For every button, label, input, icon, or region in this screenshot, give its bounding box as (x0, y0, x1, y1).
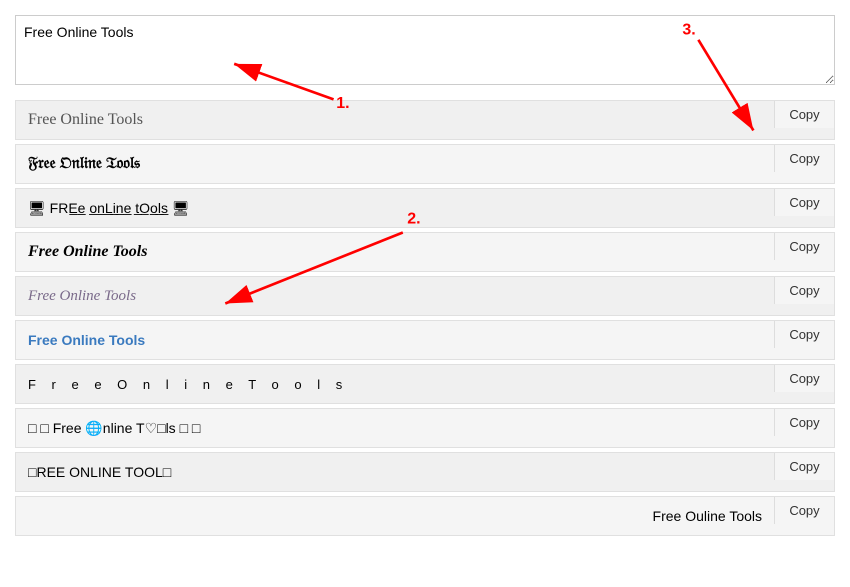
text-row: Free Online ToolsCopy (15, 276, 835, 316)
text-input[interactable]: Free Online Tools (15, 15, 835, 85)
copy-button-6[interactable]: Copy (774, 321, 834, 348)
copy-button-5[interactable]: Copy (774, 277, 834, 304)
text-row: 🖥 FRE̲e̲ o̲n̲L̲i̲n̲e̲ t̲O̲o̲l̲s̲ 🖥Copy (15, 188, 835, 228)
styled-text-9: □REE ONLINE TOOL□ (16, 456, 774, 488)
styled-text-4: Free Online Tools (16, 235, 774, 269)
text-row: slooT eniluO eerFCopy (15, 496, 835, 536)
text-row: □REE ONLINE TOOL□Copy (15, 452, 835, 492)
text-row: Free Online ToolsCopy (15, 320, 835, 360)
text-row: □ □ Free 🌐nline T♡□ls □ □Copy (15, 408, 835, 448)
copy-button-9[interactable]: Copy (774, 453, 834, 480)
copy-button-2[interactable]: Copy (774, 145, 834, 172)
copy-button-8[interactable]: Copy (774, 409, 834, 436)
styled-text-10: slooT eniluO eerF (16, 500, 774, 532)
copy-button-3[interactable]: Copy (774, 189, 834, 216)
copy-button-4[interactable]: Copy (774, 233, 834, 260)
styled-text-7: F r e e O n l i n e T o o l s (16, 369, 774, 400)
rows-container: Free Online ToolsCopy𝔉𝔯𝔢𝔢 𝔒𝔫𝔩𝔦𝔫𝔢 𝔗𝔬𝔬𝔩𝔰Co… (15, 100, 835, 536)
input-section: Free Online Tools (15, 15, 835, 90)
page-wrapper: 1. 2. 3. Free Online Tools Free Online T… (15, 15, 835, 536)
copy-button-7[interactable]: Copy (774, 365, 834, 392)
styled-text-8: □ □ Free 🌐nline T♡□ls □ □ (16, 412, 774, 445)
styled-text-1: Free Online Tools (16, 103, 774, 137)
styled-text-3: 🖥 FRE̲e̲ o̲n̲L̲i̲n̲e̲ t̲O̲o̲l̲s̲ 🖥 (16, 192, 774, 225)
styled-text-5: Free Online Tools (16, 280, 774, 313)
text-row: 𝔉𝔯𝔢𝔢 𝔒𝔫𝔩𝔦𝔫𝔢 𝔗𝔬𝔬𝔩𝔰Copy (15, 144, 835, 184)
text-row: Free Online ToolsCopy (15, 100, 835, 140)
text-row: F r e e O n l i n e T o o l sCopy (15, 364, 835, 404)
copy-button-1[interactable]: Copy (774, 101, 834, 128)
styled-text-2: 𝔉𝔯𝔢𝔢 𝔒𝔫𝔩𝔦𝔫𝔢 𝔗𝔬𝔬𝔩𝔰 (16, 147, 774, 181)
text-row: Free Online ToolsCopy (15, 232, 835, 272)
copy-button-10[interactable]: Copy (774, 497, 834, 524)
styled-text-6: Free Online Tools (16, 324, 774, 356)
